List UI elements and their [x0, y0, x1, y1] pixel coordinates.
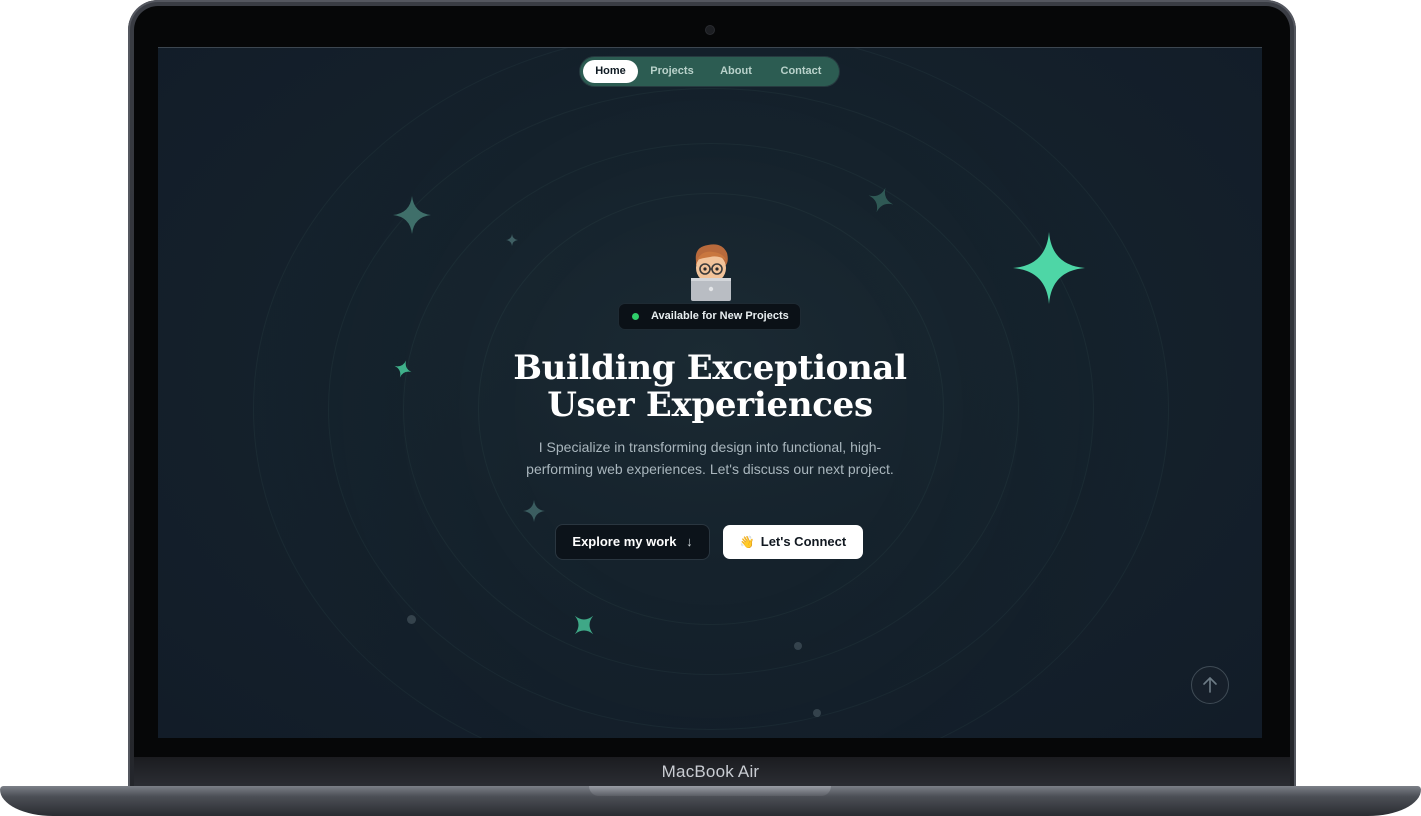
laptop-notch — [589, 786, 831, 796]
status-badge: Available for New Projects — [619, 304, 800, 329]
nav-about[interactable]: About — [708, 60, 764, 83]
camera-icon — [706, 26, 714, 34]
sparkle-star-icon — [868, 187, 894, 213]
decor-dot — [794, 642, 802, 650]
device-label: MacBook Air — [661, 762, 760, 781]
sparkle-star-icon — [393, 196, 431, 234]
sparkle-star-icon — [523, 500, 545, 522]
sparkle-star-icon — [1013, 232, 1085, 304]
arrow-up-icon — [1203, 677, 1217, 693]
status-badge-label: Available for New Projects — [651, 310, 789, 322]
top-navigation: Home Projects About Contact — [580, 57, 839, 86]
arrow-down-icon: ↓ — [686, 534, 693, 549]
hero-subtitle: I Specialize in transforming design into… — [526, 439, 894, 477]
nav-projects[interactable]: Projects — [642, 60, 702, 83]
sparkle-star-icon — [574, 615, 594, 635]
sparkle-star-icon — [506, 234, 518, 246]
status-dot-icon — [632, 313, 639, 320]
lets-connect-button[interactable]: 👋 Let's Connect — [723, 525, 863, 559]
nav-home[interactable]: Home — [583, 60, 638, 83]
scroll-to-top-button[interactable] — [1191, 666, 1229, 704]
decor-dot — [407, 615, 416, 624]
decor-dot — [813, 709, 821, 717]
memoji-avatar-icon — [691, 244, 731, 301]
hero-title: Building Exceptional User Experiences — [458, 350, 962, 424]
hero-title-line2: User Experiences — [547, 385, 873, 425]
hero-title-line1: Building Exceptional — [513, 348, 907, 388]
website-screen: Home Projects About Contact Available fo… — [158, 47, 1262, 738]
wave-hand-icon: 👋 — [739, 535, 755, 549]
explore-work-button[interactable]: Explore my work ↓ — [556, 525, 709, 559]
sparkle-star-icon — [394, 360, 412, 378]
nav-contact[interactable]: Contact — [770, 60, 832, 83]
lets-connect-label: Let's Connect — [760, 534, 847, 549]
explore-work-label: Explore my work — [572, 534, 677, 549]
